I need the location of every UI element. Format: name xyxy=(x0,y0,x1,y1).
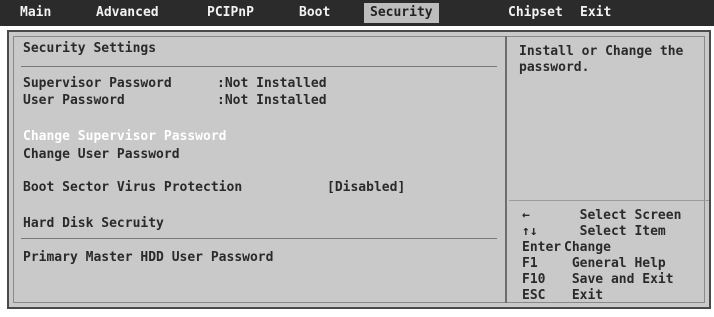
help-divider xyxy=(509,200,709,201)
boot-sector-virus-protection-value[interactable]: [Disabled] xyxy=(327,180,405,196)
boot-sector-virus-protection-label[interactable]: Boot Sector Virus Protection xyxy=(23,180,242,196)
menu-bar: Main Advanced PCIPnP Boot Security Chips… xyxy=(0,0,714,26)
hard-disk-security-title: Hard Disk Secruity xyxy=(23,216,164,231)
tab-pcipnp[interactable]: PCIPnP xyxy=(201,3,260,23)
key-row: ← Select Screen xyxy=(522,208,681,224)
section-title: Security Settings xyxy=(23,41,157,56)
user-password-label: User Password xyxy=(23,93,125,108)
key-arrows-ud: ↑↓ xyxy=(522,224,538,239)
tab-boot[interactable]: Boot xyxy=(293,3,336,23)
bios-panel: Security Settings Supervisor Password :N… xyxy=(7,30,711,309)
key-desc: General Help xyxy=(564,256,666,271)
key-desc: Select Screen xyxy=(564,208,682,223)
tab-chipset[interactable]: Chipset xyxy=(502,3,569,23)
key-f10: F10 xyxy=(522,272,546,287)
change-user-password-option[interactable]: Change User Password xyxy=(23,147,180,163)
section-title-divider xyxy=(21,66,497,67)
key-desc: Save and Exit xyxy=(564,272,674,287)
panel-divider xyxy=(505,36,507,303)
supervisor-password-label: Supervisor Password xyxy=(23,76,172,91)
key-row: ↑↓ Select Item xyxy=(522,224,681,240)
supervisor-password-status: :Not Installed xyxy=(217,76,327,91)
key-row: F1 General Help xyxy=(522,256,681,272)
key-row: F10 Save and Exit xyxy=(522,272,681,288)
key-desc: Select Item xyxy=(564,224,666,239)
key-esc: ESC xyxy=(522,288,546,303)
tab-security[interactable]: Security xyxy=(364,3,439,23)
help-description: Install or Change the password. xyxy=(519,44,684,75)
key-f1: F1 xyxy=(522,256,538,271)
tab-main[interactable]: Main xyxy=(14,3,57,23)
tab-advanced[interactable]: Advanced xyxy=(90,3,165,23)
hard-disk-divider xyxy=(21,238,497,239)
key-row: Enter Change xyxy=(522,240,681,256)
key-legend: ← Select Screen ↑↓ Select Item Enter Cha… xyxy=(522,208,681,304)
key-enter: Enter xyxy=(522,240,562,255)
primary-master-hdd-password-option[interactable]: Primary Master HDD User Password xyxy=(23,250,273,266)
key-desc: Exit xyxy=(564,288,604,303)
key-arrows-lr: ← xyxy=(522,208,530,223)
key-desc: Change xyxy=(564,240,611,255)
change-supervisor-password-option[interactable]: Change Supervisor Password xyxy=(23,129,227,145)
key-row: ESC Exit xyxy=(522,288,681,304)
tab-exit[interactable]: Exit xyxy=(574,3,617,23)
user-password-status: :Not Installed xyxy=(217,93,327,108)
